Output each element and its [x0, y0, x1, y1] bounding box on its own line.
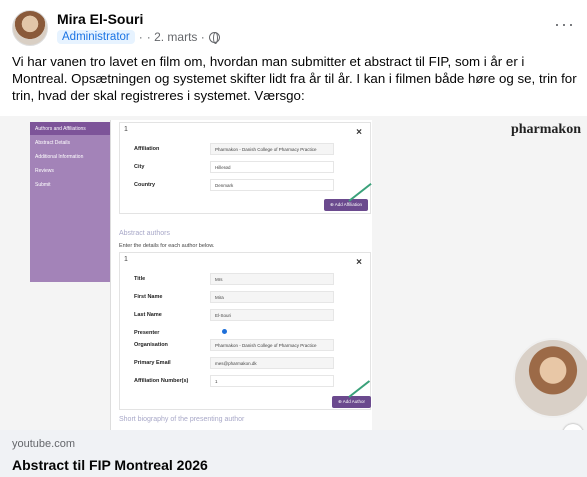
presenter-webcam [513, 338, 587, 418]
field-value: Hillerød [210, 161, 334, 173]
affiliation-section: 1 × Affiliation Pharmakon - Danish Colle… [119, 122, 371, 214]
field-value: Mrs [210, 273, 334, 285]
sidebar-item: Abstract Details [35, 140, 71, 146]
link-preview-footer[interactable]: youtube.com Abstract til FIP Montreal 20… [0, 430, 587, 477]
field-label: Title [134, 276, 146, 282]
post-text: Vi har vanen tro lavet en film om, hvord… [12, 54, 577, 103]
form-row: Affiliation Pharmakon - Danish College o… [134, 143, 364, 157]
section-index: 1 [124, 256, 128, 263]
field-value: Denmark [210, 179, 334, 191]
add-affiliation-button: ⊕ Add Affiliation [324, 199, 368, 211]
field-label: Primary Email [134, 360, 171, 366]
role-badge[interactable]: Administrator [57, 30, 135, 44]
sidebar-item: Authors and Affiliations [30, 122, 110, 135]
more-options-icon[interactable]: ··· [554, 14, 575, 35]
meta-separator: · [138, 30, 143, 44]
form-row: First Name Mira [134, 291, 364, 305]
add-author-button: ⊕ Add Author [332, 396, 372, 408]
field-value: 1 [210, 375, 334, 387]
field-value: Pharmakon - Danish College of Pharmacy P… [210, 339, 334, 351]
form-row: Last Name El-Souri [134, 309, 364, 323]
field-value: Pharmakon - Danish College of Pharmacy P… [210, 143, 334, 155]
link-title[interactable]: Abstract til FIP Montreal 2026 [12, 457, 208, 473]
post-header: Mira El-Souri Administrator · · 2. marts… [12, 8, 575, 48]
field-value: El-Souri [210, 309, 334, 321]
field-label: Last Name [134, 312, 162, 318]
form-row: Country Denmark [134, 179, 364, 193]
field-value: Mira [210, 291, 334, 303]
field-label: Affiliation Number(s) [134, 378, 189, 384]
video-preview[interactable]: Authors and Affiliations Abstract Detail… [0, 116, 587, 430]
section-index: 1 [124, 126, 128, 133]
author-section: 1 × Title Mrs First Name Mira Last Name … [119, 252, 372, 410]
post-meta: Administrator · · 2. marts · [57, 30, 220, 44]
sidebar-item: Additional Information [35, 154, 84, 160]
authors-note: Enter the details for each author below. [119, 243, 215, 249]
form-row: City Hillerød [134, 161, 364, 175]
form-sidebar: Authors and Affiliations Abstract Detail… [30, 122, 110, 282]
field-value: mes@pharmakon.dk [210, 357, 334, 369]
sidebar-item: Submit [35, 182, 51, 188]
bio-heading: Short biography of the presenting author [119, 416, 245, 423]
field-label: First Name [134, 294, 163, 300]
close-icon: × [356, 127, 362, 138]
link-domain: youtube.com [12, 438, 75, 450]
globe-icon [208, 31, 220, 44]
form-row: Primary Email mes@pharmakon.dk [134, 357, 364, 371]
post-date[interactable]: · 2. marts · [147, 30, 205, 44]
field-label: Country [134, 182, 156, 188]
author-name[interactable]: Mira El-Souri [57, 11, 143, 27]
sidebar-item: Reviews [35, 168, 54, 174]
field-label: City [134, 164, 145, 170]
avatar[interactable] [12, 10, 48, 46]
authors-heading: Abstract authors [119, 230, 170, 237]
field-label: Organisation [134, 342, 168, 348]
close-icon: × [356, 257, 362, 268]
field-label: Presenter [134, 330, 160, 336]
form-panel: 1 × Affiliation Pharmakon - Danish Colle… [110, 120, 372, 430]
form-row: Affiliation Number(s) 1 [134, 375, 364, 389]
form-row: Title Mrs [134, 273, 364, 287]
pharmakon-logo: pharmakon [510, 122, 581, 137]
presenter-radio [222, 329, 227, 334]
form-row: Organisation Pharmakon - Danish College … [134, 339, 364, 353]
field-label: Affiliation [134, 146, 160, 152]
